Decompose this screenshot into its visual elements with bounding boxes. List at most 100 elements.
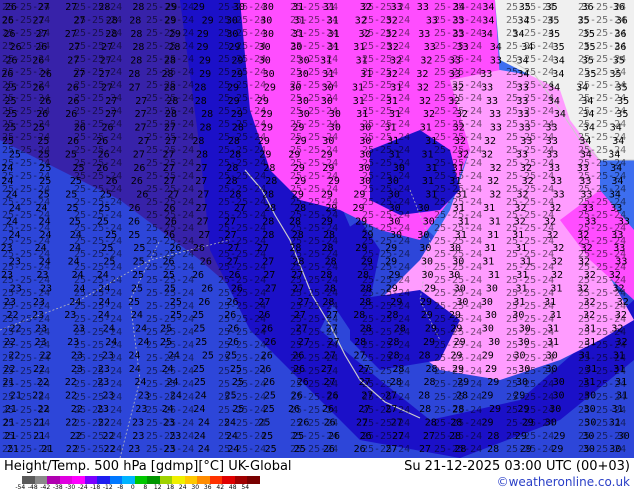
- contour-label: 31: [353, 96, 365, 107]
- contour-label: 27: [163, 149, 175, 160]
- contour-label: 25: [67, 203, 79, 214]
- contour-label: 30: [322, 82, 334, 93]
- contour-label: 29: [202, 15, 214, 26]
- contour-label: 26: [67, 136, 79, 147]
- contour-label: 27: [195, 176, 207, 187]
- contour-label: 24: [1, 176, 13, 187]
- contour-label: 31: [390, 82, 402, 93]
- contour-label: 24: [131, 310, 143, 321]
- contour-label: 35: [617, 96, 629, 107]
- contour-label: 29: [197, 29, 209, 40]
- contour-label: 32: [584, 270, 596, 281]
- contour-label: 26: [258, 310, 270, 321]
- contour-label: 31: [294, 15, 306, 26]
- contour-label: 34: [612, 136, 624, 147]
- contour-label: 23: [163, 444, 175, 455]
- color-legend-swatch: [122, 476, 135, 484]
- contour-label: 30: [545, 417, 557, 428]
- contour-label: 32: [355, 15, 367, 26]
- contour-label: 34: [548, 82, 560, 93]
- contour-label: 31: [449, 176, 461, 187]
- contour-label: 28: [388, 337, 400, 348]
- contour-label: 25: [133, 243, 145, 254]
- contour-label: 34: [611, 176, 623, 187]
- contour-label: 32: [484, 136, 496, 147]
- contour-label: 26: [96, 136, 108, 147]
- contour-label: 29: [257, 96, 269, 107]
- contour-label: 31: [360, 69, 372, 80]
- contour-label: 32: [583, 310, 595, 321]
- contour-label: 28: [292, 257, 304, 268]
- contour-label: 24: [134, 377, 146, 388]
- contour-label: 33: [582, 203, 594, 214]
- contour-label: 30: [456, 297, 468, 308]
- contour-label: 27: [197, 190, 209, 201]
- contour-label: 22: [66, 444, 78, 455]
- contour-label: 33: [480, 69, 492, 80]
- contour-label: 26: [291, 391, 303, 402]
- contour-label: 27: [165, 136, 177, 147]
- contour-label: 24: [70, 230, 82, 241]
- contour-label: 26: [4, 29, 16, 40]
- contour-label: 30: [388, 190, 400, 201]
- contour-label: 24: [162, 364, 174, 375]
- contour-label: 33: [417, 2, 429, 13]
- contour-label: 33: [453, 15, 465, 26]
- contour-label: 29: [328, 176, 340, 187]
- contour-label: 32: [617, 297, 629, 308]
- contour-label: 26: [259, 364, 271, 375]
- contour-label: 24: [224, 417, 236, 428]
- contour-label: 24: [6, 216, 18, 227]
- contour-label: 29: [452, 364, 464, 375]
- contour-label: 28: [449, 431, 461, 442]
- contour-label: 25: [230, 364, 242, 375]
- contour-label: 28: [360, 324, 372, 335]
- contour-label: 27: [321, 364, 333, 375]
- contour-label: 23: [132, 431, 144, 442]
- contour-label: 25: [258, 417, 270, 428]
- contour-label: 26: [98, 149, 110, 160]
- contour-label: 24: [9, 230, 21, 241]
- contour-label: 33: [550, 176, 562, 187]
- contour-label: 29: [390, 297, 402, 308]
- contour-label: 30: [260, 15, 272, 26]
- contour-label: 29: [231, 69, 243, 80]
- contour-label: 27: [385, 444, 397, 455]
- contour-label: 34: [517, 56, 529, 67]
- contour-label: 35: [610, 69, 622, 80]
- contour-label: 29: [450, 324, 462, 335]
- contour-label: 32: [386, 15, 398, 26]
- contour-label: 28: [390, 377, 402, 388]
- contour-label: 29: [164, 15, 176, 26]
- contour-label: 30: [393, 163, 405, 174]
- contour-label: 26: [164, 203, 176, 214]
- contour-label: 28: [324, 283, 336, 294]
- contour-label: 25: [38, 149, 50, 160]
- contour-label: 27: [361, 391, 373, 402]
- contour-label: 29: [228, 42, 240, 53]
- contour-label: 23: [97, 404, 109, 415]
- contour-label: 31: [550, 283, 562, 294]
- contour-label: 28: [426, 364, 438, 375]
- contour-label: 27: [164, 123, 176, 134]
- contour-label: 27: [294, 310, 306, 321]
- contour-label: 36: [616, 15, 628, 26]
- credit-link[interactable]: ©weatheronline.co.uk: [497, 475, 630, 489]
- contour-label: 35: [582, 56, 594, 67]
- contour-label: 28: [322, 243, 334, 254]
- contour-label: 33: [457, 42, 469, 53]
- contour-label: 30: [421, 257, 433, 268]
- contour-label: 30: [546, 364, 558, 375]
- contour-label: 25: [160, 337, 172, 348]
- contour-label: 31: [389, 109, 401, 120]
- contour-label: 35: [583, 29, 595, 40]
- contour-label: 28: [132, 42, 144, 53]
- contour-label: 30: [454, 283, 466, 294]
- contour-label: 24: [162, 404, 174, 415]
- contour-label: 21: [5, 404, 17, 415]
- contour-label: 30: [259, 42, 271, 53]
- contour-label: 29: [288, 149, 300, 160]
- contour-label: 32: [390, 56, 402, 67]
- contour-label: 31: [387, 136, 399, 147]
- contour-label: 25: [225, 391, 237, 402]
